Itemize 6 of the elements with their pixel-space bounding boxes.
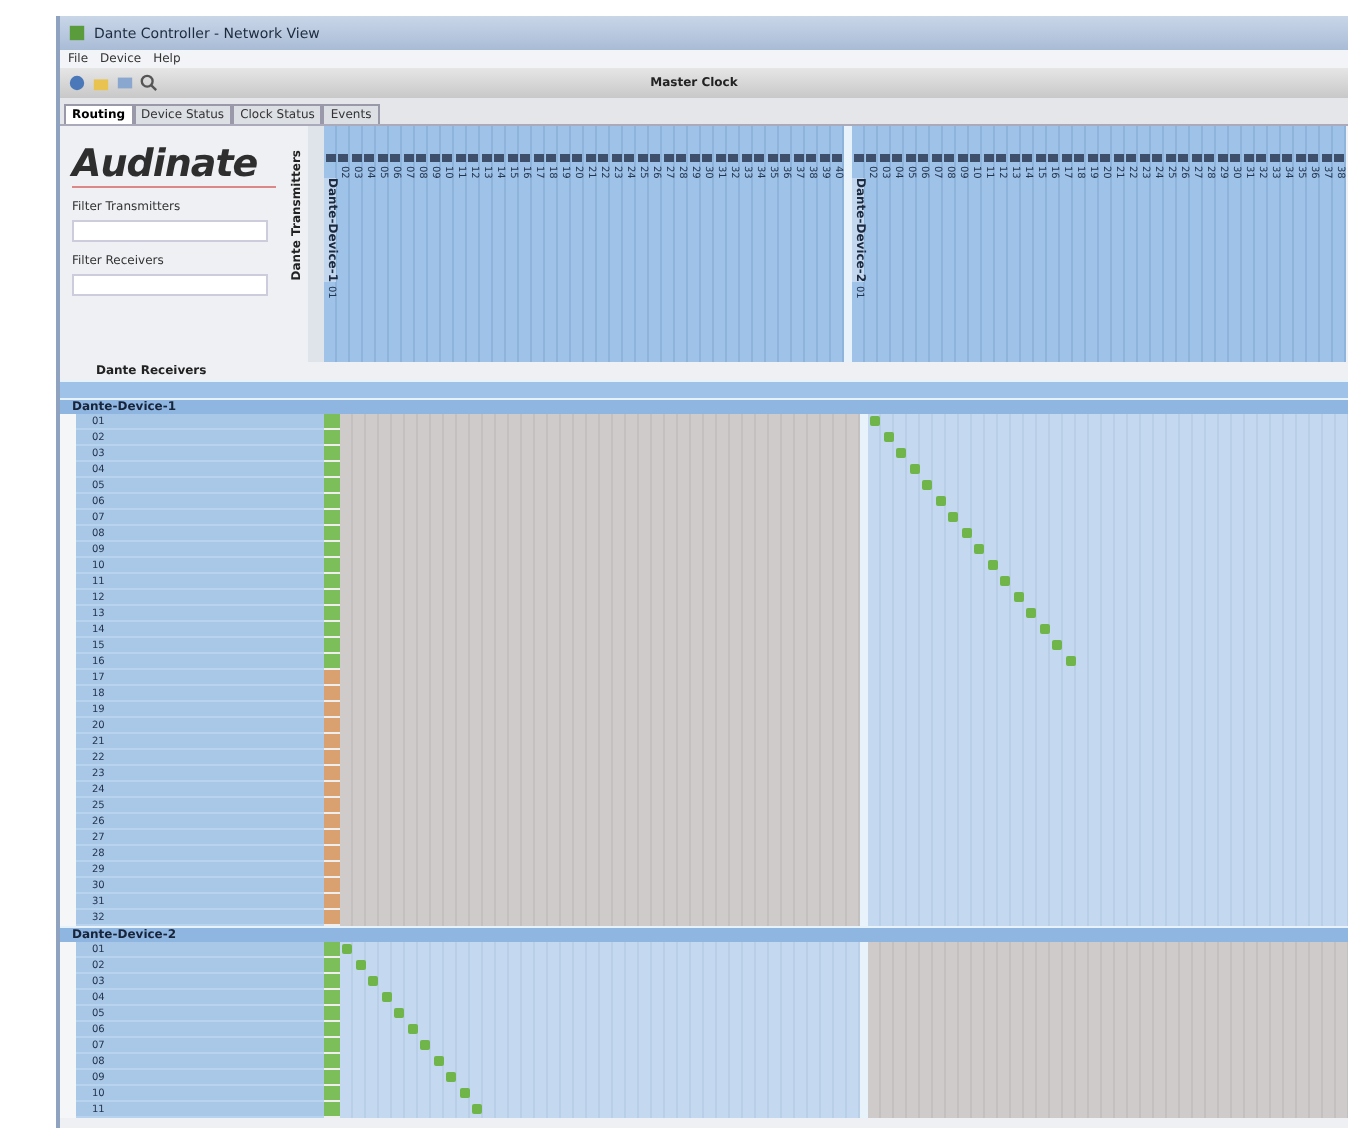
filter-field[interactable] bbox=[72, 274, 268, 296]
logo: Audinate bbox=[72, 142, 276, 188]
network-icon[interactable] bbox=[68, 74, 86, 92]
search-icon[interactable] bbox=[140, 74, 158, 92]
filter-field[interactable] bbox=[72, 220, 268, 242]
app-icon bbox=[68, 24, 86, 42]
